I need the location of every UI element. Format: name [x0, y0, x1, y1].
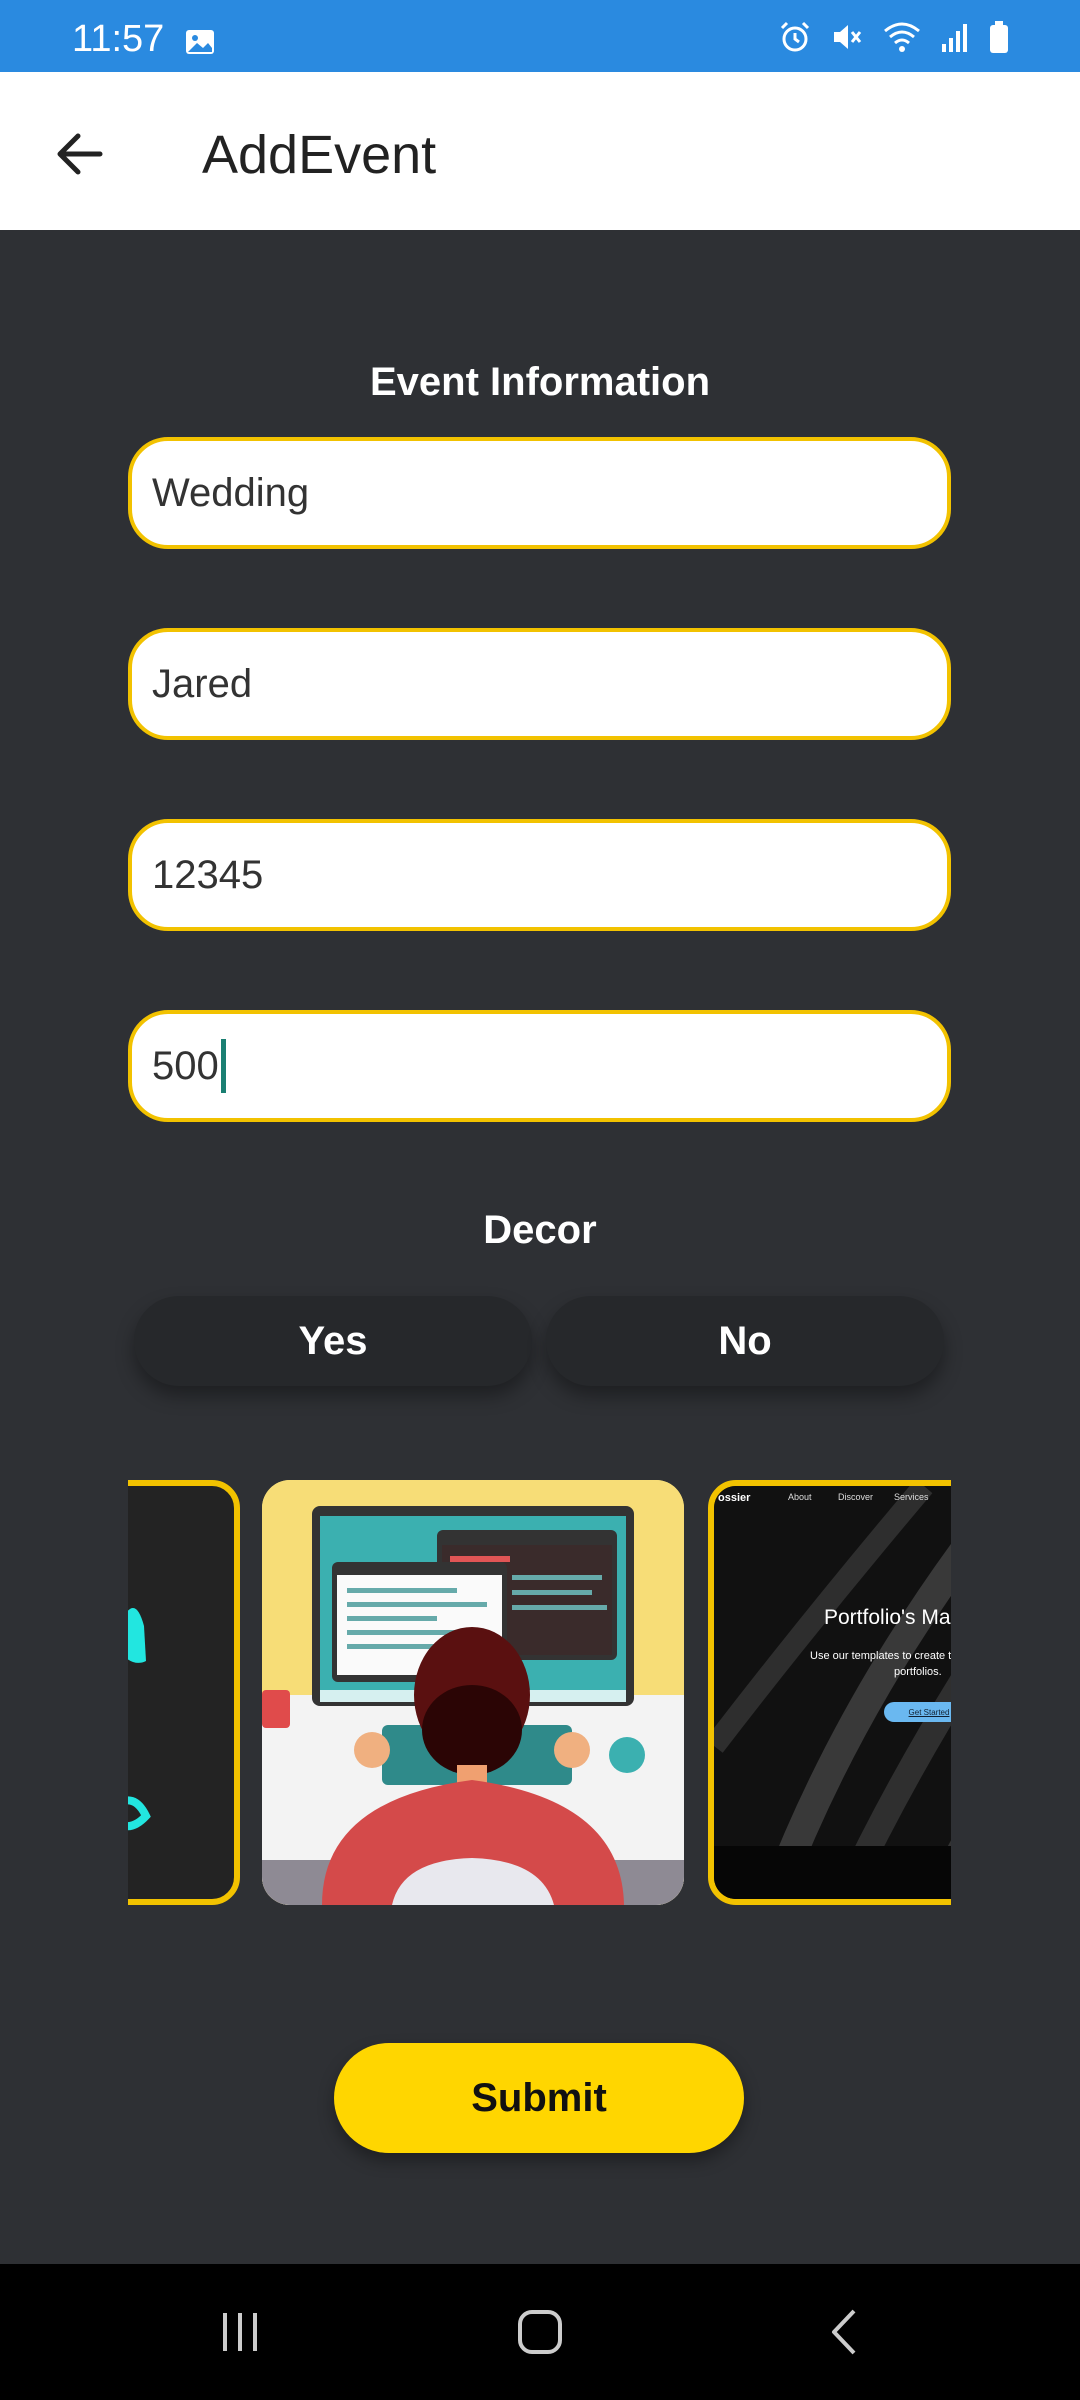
- status-icons: [778, 20, 1010, 59]
- portfolio-cta-button: Get Started: [884, 1702, 951, 1722]
- wifi-icon: [882, 20, 922, 59]
- text-caret: [220, 1039, 226, 1093]
- home-button[interactable]: [490, 2292, 590, 2372]
- template-card-left[interactable]: [128, 1480, 240, 1905]
- status-bar: 11:57: [0, 0, 1080, 72]
- decor-label: Decor: [483, 1208, 597, 1252]
- portfolio-subtitle-line1: Use our templates to create th: [810, 1650, 951, 1662]
- portfolio-nav-services: Services: [894, 1492, 929, 1502]
- page-title: AddEvent: [202, 125, 437, 185]
- recent-apps-icon: [223, 2313, 257, 2351]
- event-name-field[interactable]: Wedding: [128, 437, 951, 549]
- template-carousel[interactable]: ossier About Discover Services Portfolio…: [128, 1480, 951, 1905]
- event-name-value: Wedding: [152, 470, 310, 515]
- battery-icon: [988, 20, 1010, 59]
- host-name-field[interactable]: Jared: [128, 628, 951, 740]
- portfolio-headline: Portfolio's Ma: [824, 1606, 951, 1629]
- back-nav-button[interactable]: [795, 2292, 895, 2372]
- number-field[interactable]: 12345: [128, 819, 951, 931]
- submit-button[interactable]: Submit: [334, 2043, 744, 2153]
- gallery-icon: [184, 26, 216, 58]
- template-card-portfolio[interactable]: ossier About Discover Services Portfolio…: [708, 1480, 951, 1905]
- alarm-icon: [778, 20, 812, 59]
- portfolio-nav-about: About: [788, 1492, 812, 1502]
- portfolio-subtitle-line2: portfolios.: [894, 1666, 942, 1678]
- decor-yes-button[interactable]: Yes: [134, 1296, 532, 1386]
- portfolio-brand: ossier: [718, 1492, 751, 1504]
- template-card-developer[interactable]: [262, 1480, 684, 1905]
- decor-no-button[interactable]: No: [546, 1296, 944, 1386]
- host-name-value: Jared: [152, 661, 253, 706]
- portfolio-nav-discover: Discover: [838, 1492, 874, 1502]
- guest-count-field[interactable]: 500: [128, 1010, 951, 1122]
- arrow-left-icon: [57, 133, 103, 175]
- home-icon: [518, 2310, 562, 2354]
- portfolio-cta-label: Get Started: [908, 1707, 950, 1717]
- app-bar: AddEvent: [0, 72, 1080, 230]
- guest-count-value: 500: [152, 1043, 219, 1088]
- recent-apps-button[interactable]: [190, 2292, 290, 2372]
- mute-icon: [830, 20, 864, 59]
- back-button[interactable]: [40, 114, 120, 194]
- chevron-left-icon: [832, 2309, 856, 2355]
- system-nav-bar: [0, 2264, 1080, 2400]
- section-title: Event Information: [369, 360, 711, 404]
- status-time: 11:57: [72, 18, 165, 60]
- signal-icon: [940, 20, 970, 59]
- number-value: 12345: [152, 852, 264, 897]
